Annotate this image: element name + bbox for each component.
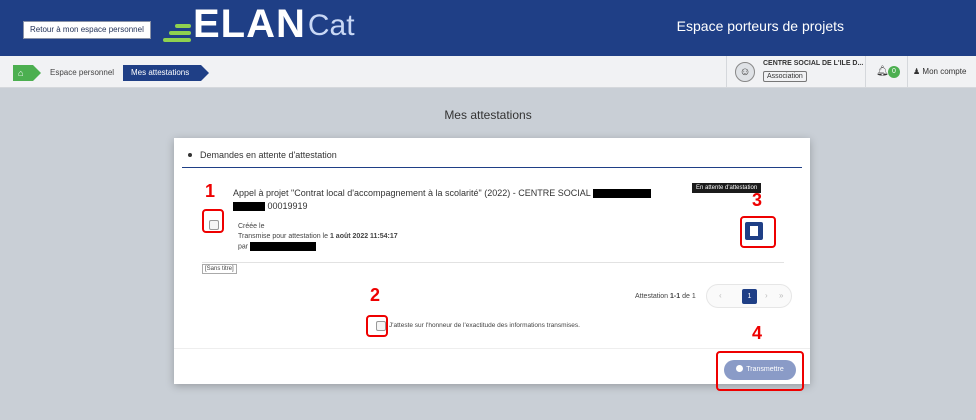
user-icon: ♟	[913, 67, 921, 76]
organization-type-badge: Association	[763, 71, 807, 82]
request-reference: 00019919	[233, 201, 308, 212]
annotation-number-3: 3	[752, 190, 763, 210]
footer-divider	[174, 348, 810, 349]
notification-count-badge[interactable]: 0	[888, 66, 900, 78]
annotation-box-1	[202, 209, 224, 233]
page-title: Mes attestations	[444, 108, 532, 122]
annotation-box-4	[716, 351, 804, 391]
redacted-block	[250, 242, 317, 251]
my-account-link[interactable]: ♟ Mon compte	[913, 67, 966, 76]
pagination: ‹ 1 › »	[706, 284, 792, 308]
untitled-tag: [Sans titre]	[202, 264, 237, 274]
annotation-box-3	[740, 216, 776, 248]
breadcrumb-home[interactable]: ⌂	[13, 65, 41, 81]
bullet-icon	[188, 153, 192, 157]
home-icon: ⌂	[18, 68, 24, 78]
annotation-number-2: 2	[370, 285, 381, 305]
redacted-block	[592, 189, 651, 199]
elancat-logo: ELAN Cat	[163, 2, 355, 46]
annotation-number-1: 1	[205, 181, 216, 201]
logo-suffix: Cat	[307, 9, 355, 42]
pagination-summary: Attestation 1-1 de 1	[635, 293, 696, 300]
logo-speed-lines	[163, 16, 191, 46]
attestation-card: Demandes en attente d'attestation Appel …	[174, 138, 810, 384]
page-1-button[interactable]: 1	[742, 289, 757, 304]
logo-text: ELAN	[193, 2, 306, 46]
space-title: Espace porteurs de projets	[676, 18, 844, 34]
created-label: Créée le	[238, 223, 265, 230]
breadcrumb-espace-personnel[interactable]: Espace personnel	[50, 65, 114, 81]
divider	[907, 56, 908, 88]
status-badge: En attente d'attestation	[692, 183, 762, 193]
attestation-label: J'atteste sur l'honneur de l'exactitude …	[389, 322, 580, 329]
by-label: par	[238, 243, 249, 251]
last-page-icon[interactable]: »	[779, 291, 783, 300]
transmitted-date: 1 août 2022 11:54:17	[329, 233, 398, 240]
request-title: Appel à projet "Contrat local d'accompag…	[233, 188, 651, 199]
redacted-block	[233, 202, 265, 212]
section-heading: Demandes en attente d'attestation	[182, 150, 802, 168]
bell-icon[interactable]: 🔔︎	[876, 66, 889, 77]
annotation-number-4: 4	[752, 323, 763, 343]
back-to-personal-space-button[interactable]: Retour à mon espace personnel	[23, 21, 151, 39]
prev-page-icon[interactable]: ‹	[719, 291, 722, 300]
by-line: par	[238, 242, 398, 252]
annotation-box-2	[366, 315, 388, 337]
next-page-icon[interactable]: ›	[765, 291, 768, 300]
organization-name: CENTRE SOCIAL DE L'ILE D...	[763, 60, 864, 67]
avatar: ☺	[735, 62, 755, 82]
request-title-text: Appel à projet "Contrat local d'accompag…	[233, 188, 591, 198]
section-heading-label: Demandes en attente d'attestation	[200, 150, 337, 160]
account-label: Mon compte	[922, 67, 967, 76]
request-reference-number: 00019919	[267, 201, 308, 211]
row-divider	[202, 262, 784, 263]
transmitted-line: Transmise pour attestation le 1 août 202…	[238, 232, 398, 242]
transmitted-prefix: Transmise pour attestation le	[238, 233, 329, 240]
request-meta: Créée le Transmise pour attestation le 1…	[238, 222, 398, 252]
top-header: Retour à mon espace personnel ELAN Cat E…	[0, 0, 976, 56]
breadcrumb-mes-attestations: Mes attestations	[123, 65, 209, 81]
organization-selector[interactable]: ☺ CENTRE SOCIAL DE L'ILE D... Associatio…	[726, 56, 866, 88]
